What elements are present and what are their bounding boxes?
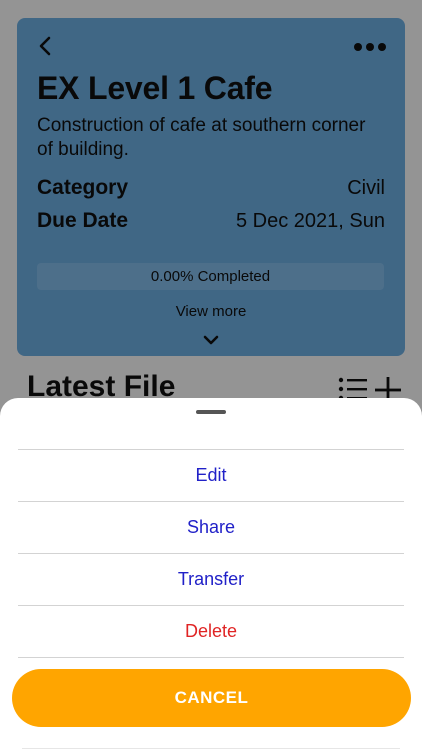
edit-menu-item[interactable]: Edit xyxy=(18,449,404,501)
action-sheet: Edit Share Transfer Delete CANCEL xyxy=(0,398,422,750)
divider xyxy=(22,748,400,749)
cancel-button[interactable]: CANCEL xyxy=(12,669,411,727)
share-menu-item[interactable]: Share xyxy=(18,501,404,553)
sheet-grabber[interactable] xyxy=(196,410,226,414)
action-menu: Edit Share Transfer Delete xyxy=(18,449,404,658)
delete-menu-item[interactable]: Delete xyxy=(18,605,404,658)
transfer-menu-item[interactable]: Transfer xyxy=(18,553,404,605)
